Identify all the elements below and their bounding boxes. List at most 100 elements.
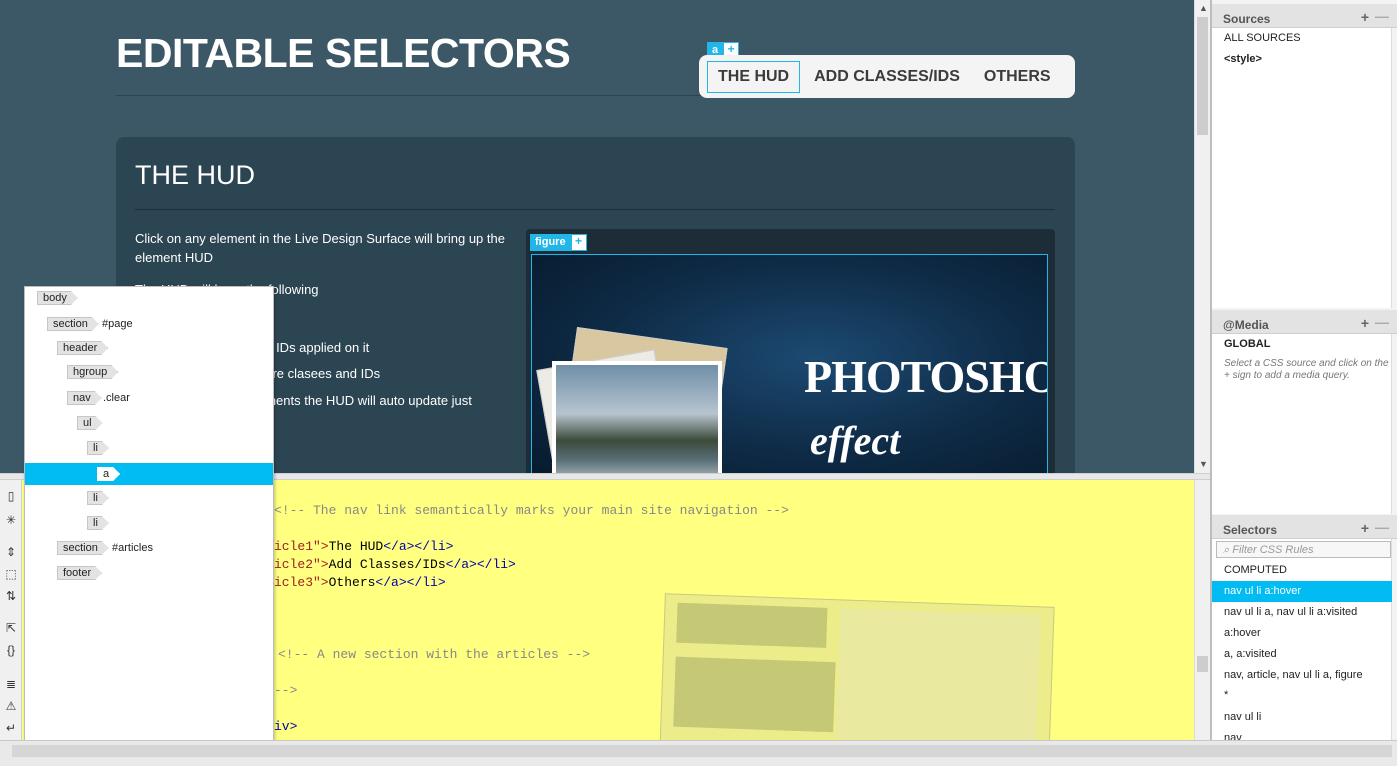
add-source-button[interactable]: + xyxy=(1361,9,1369,25)
horizontal-scrollbar[interactable] xyxy=(0,740,1397,766)
dom-tag-chip[interactable]: section xyxy=(47,317,99,331)
selectors-title: Selectors xyxy=(1223,523,1278,537)
article-list-item: ements the HUD will auto update just xyxy=(258,393,472,408)
ghost-thumbnail xyxy=(835,608,1041,740)
add-media-button[interactable]: + xyxy=(1361,315,1369,331)
code-text: The HUD xyxy=(328,539,384,554)
media-item-global[interactable]: GLOBAL xyxy=(1212,334,1392,355)
collapse-selection-icon[interactable]: ⬚ xyxy=(3,566,19,582)
hud-add-class-button[interactable]: + xyxy=(570,234,587,251)
dom-tag-chip[interactable]: ul xyxy=(77,416,103,430)
remove-source-button[interactable]: — xyxy=(1375,8,1389,24)
code-view-scrollbar[interactable] xyxy=(1194,480,1210,740)
dom-node-body[interactable]: body xyxy=(25,287,273,309)
code-line-div: iv> xyxy=(274,719,298,734)
dom-node-a-selected[interactable]: a xyxy=(25,463,273,485)
filter-placeholder: Filter CSS Rules xyxy=(1232,544,1314,556)
dragged-preview-ghost xyxy=(659,593,1055,740)
dom-node-li[interactable]: li xyxy=(25,487,273,509)
filter-css-rules-input[interactable]: ⌕ Filter CSS Rules xyxy=(1216,541,1391,558)
dom-tag-chip[interactable]: body xyxy=(37,291,78,305)
scroll-down-icon[interactable]: ▼ xyxy=(1199,459,1208,469)
dom-node-li[interactable]: li xyxy=(25,437,273,459)
dom-node-nav[interactable]: nav .clear xyxy=(25,387,273,409)
dom-node-id: #articles xyxy=(112,542,153,554)
source-item-style[interactable]: <style> xyxy=(1212,49,1392,70)
highlight-invalid-code-icon[interactable]: ⚠ xyxy=(3,698,19,714)
select-parent-tag-icon[interactable]: ⇱ xyxy=(3,620,19,636)
selector-item[interactable]: a:hover xyxy=(1212,623,1392,644)
dom-tag-chip[interactable]: header xyxy=(57,341,108,355)
nav-link-others[interactable]: OTHERS xyxy=(974,62,1061,92)
hud-tag-label[interactable]: figure xyxy=(530,234,571,251)
show-code-navigator-icon[interactable]: ✳ xyxy=(3,512,19,528)
element-hud-figure[interactable]: figure + xyxy=(530,234,587,251)
dom-node-id: #page xyxy=(102,318,133,330)
code-line-link1: icle1">The HUD</a></li> xyxy=(274,539,453,554)
source-item-all[interactable]: ALL SOURCES xyxy=(1212,28,1392,49)
ghost-thumbnail xyxy=(673,656,836,733)
line-numbers-icon[interactable]: ≣ xyxy=(3,676,19,692)
photo-card-front xyxy=(552,361,722,473)
expand-all-icon[interactable]: ⇅ xyxy=(3,588,19,604)
dom-tag-chip[interactable]: section xyxy=(57,541,109,555)
collapse-tag-icon[interactable]: ⇕ xyxy=(3,544,19,560)
selector-item[interactable]: nav, article, nav ul li a, figure xyxy=(1212,665,1392,686)
dom-node-section-articles[interactable]: section #articles xyxy=(25,537,273,559)
code-comment-end: --> xyxy=(274,683,298,698)
word-wrap-icon[interactable]: ↵ xyxy=(3,720,19,736)
scrollbar-thumb[interactable] xyxy=(1197,17,1208,135)
dom-node-li[interactable]: li xyxy=(25,512,273,534)
selector-item[interactable]: * xyxy=(1212,685,1392,706)
scroll-up-icon[interactable]: ▲ xyxy=(1199,3,1208,13)
code-tag: </a></li> xyxy=(375,575,446,590)
selector-item[interactable]: nav ul li xyxy=(1212,707,1392,728)
nav-link-add-classes[interactable]: ADD CLASSES/IDS xyxy=(804,62,970,92)
dom-node-ul[interactable]: ul xyxy=(25,412,273,434)
dom-tag-chip[interactable]: li xyxy=(87,516,109,530)
live-view-scrollbar[interactable]: ▲ ▼ xyxy=(1194,0,1210,473)
code-line-link2: icle2">Add Classes/IDs</a></li> xyxy=(274,557,516,572)
add-selector-button[interactable]: + xyxy=(1361,520,1369,536)
figure-subtitle: effect xyxy=(810,418,901,463)
dom-tag-chip[interactable]: hgroup xyxy=(67,365,118,379)
dom-node-id: .clear xyxy=(103,392,130,404)
remove-selector-button[interactable]: — xyxy=(1375,519,1389,535)
selector-item[interactable]: nav ul li a, nav ul li a:visited xyxy=(1212,602,1392,623)
article-paragraph: Click on any element in the Live Design … xyxy=(135,231,505,265)
scrollbar-track[interactable] xyxy=(12,745,1392,757)
nav-link-the-hud[interactable]: THE HUD xyxy=(707,60,801,93)
dom-tag-chip[interactable]: li xyxy=(87,441,109,455)
selector-item[interactable]: a, a:visited xyxy=(1212,644,1392,665)
sources-list: ALL SOURCES <style> xyxy=(1212,28,1392,308)
article-divider xyxy=(135,209,1055,210)
article-list-item: nore clasees and IDs xyxy=(258,366,381,381)
site-title: EDITABLE SELECTORS xyxy=(116,30,571,76)
dom-tag-chip[interactable]: li xyxy=(87,491,109,505)
article-list-item: nd IDs applied on it xyxy=(258,340,370,355)
dom-node-hgroup[interactable]: hgroup xyxy=(25,361,273,383)
figure-title: PHOTOSHOOT xyxy=(804,351,1047,402)
remove-media-button[interactable]: — xyxy=(1375,314,1389,330)
dom-tag-chip[interactable]: nav xyxy=(67,391,102,405)
dom-tag-chip[interactable]: footer xyxy=(57,566,102,580)
selector-item[interactable]: COMPUTED xyxy=(1212,560,1392,581)
code-attr: icle2"> xyxy=(274,557,329,572)
article-title: THE HUD xyxy=(135,160,255,190)
code-comment-nav: <!-- The nav link semantically marks you… xyxy=(274,503,789,518)
figure-image[interactable]: PHOTOSHOOT effect xyxy=(531,254,1048,473)
open-documents-icon[interactable]: ▯ xyxy=(3,488,19,504)
dom-node-section-page[interactable]: section #page xyxy=(25,313,273,335)
code-text: Others xyxy=(328,575,376,590)
balance-braces-icon[interactable]: {} xyxy=(3,642,19,658)
code-attr: icle3"> xyxy=(274,575,329,590)
dom-tag-chip[interactable]: a xyxy=(97,467,120,481)
dom-node-header[interactable]: header xyxy=(25,337,273,359)
scrollbar-thumb[interactable] xyxy=(1197,656,1208,672)
selector-item-selected[interactable]: nav ul li a:hover xyxy=(1212,581,1392,602)
code-attr: icle1"> xyxy=(274,539,329,554)
media-header: @Media + — xyxy=(1212,310,1397,334)
dom-node-footer[interactable]: footer xyxy=(25,562,273,584)
code-tag: </a></li> xyxy=(383,539,454,554)
site-nav: THE HUD ADD CLASSES/IDS OTHERS xyxy=(699,55,1075,98)
